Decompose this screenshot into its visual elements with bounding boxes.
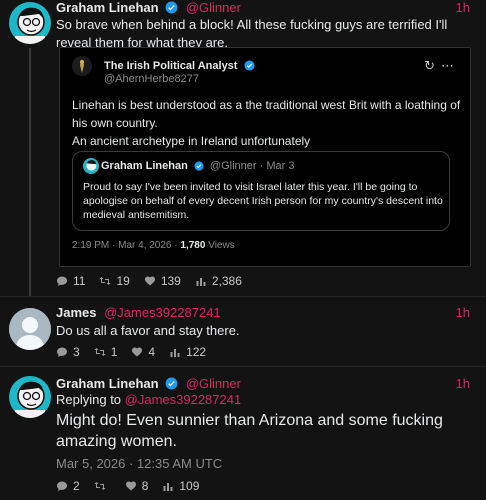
retweet-icon: [99, 277, 111, 285]
heart-icon: [144, 276, 155, 286]
retweet-count[interactable]: 19: [99, 274, 130, 288]
like-count[interactable]: 8: [125, 479, 148, 493]
tweet-header: Graham Linehan @Glinner: [56, 376, 241, 391]
replying-to: Replying to @James392287241: [56, 392, 242, 407]
tweet-stats: 3 1 4 122: [56, 345, 206, 359]
quoted-tweet[interactable]: The Irish Political Analyst @AhernHerbe8…: [59, 47, 471, 267]
divider: [0, 366, 486, 367]
tweet-time[interactable]: 1h: [456, 305, 470, 320]
author-name[interactable]: James: [56, 305, 96, 320]
divider: [0, 296, 486, 297]
nested-author-name[interactable]: Graham Linehan: [101, 160, 188, 172]
reply-icon: [57, 347, 67, 357]
avatar[interactable]: [9, 376, 51, 418]
heart-icon: [125, 481, 136, 491]
reply-icon: [57, 481, 67, 491]
tweet-time[interactable]: 1h: [456, 376, 470, 391]
tweet-text: Might do! Even sunnier than Arizona and …: [56, 412, 443, 450]
tweet-text: Do us all a favor and stay there.: [56, 323, 240, 338]
tweet-glinner-1[interactable]: Graham Linehan @Glinner 1h So brave when…: [0, 0, 486, 296]
nested-quoted-tweet[interactable]: Graham Linehan @Glinner · Mar 3 Proud to…: [72, 151, 450, 231]
nested-avatar[interactable]: [83, 158, 99, 174]
like-count[interactable]: 139: [144, 274, 181, 288]
retweet-icon: [94, 482, 106, 490]
author-handle[interactable]: @Glinner: [186, 0, 241, 15]
reply-count[interactable]: 3: [56, 345, 80, 359]
quote-text: Linehan is best understood as a the trad…: [72, 98, 461, 148]
nested-text: Proud to say I've been invited to visit …: [83, 181, 443, 221]
views-bar-icon: [170, 349, 180, 357]
like-count[interactable]: 4: [131, 345, 155, 359]
view-count[interactable]: 109: [162, 479, 199, 493]
avatar[interactable]: [9, 2, 51, 44]
thread-line: [29, 48, 31, 296]
avatar[interactable]: [9, 308, 51, 350]
author-name[interactable]: Graham Linehan: [56, 0, 159, 15]
replying-to-handle[interactable]: @James392287241: [125, 392, 242, 407]
tweet-glinner-reply[interactable]: Graham Linehan @Glinner 1h Replying to @…: [0, 372, 486, 500]
verified-badge-icon: [194, 161, 204, 171]
tweet-timestamp[interactable]: Mar 5, 2026 · 12:35 AM UTC: [56, 455, 222, 473]
verified-badge-icon: [165, 377, 178, 390]
reply-icon: [57, 276, 67, 286]
retweet-icon: [94, 348, 106, 356]
quote-avatar[interactable]: [72, 56, 92, 76]
retweet-count[interactable]: [94, 480, 111, 492]
reply-count[interactable]: 2: [56, 479, 80, 493]
quote-meta: 2:19 PM · Mar 4, 2026 · 1,780 Views: [72, 240, 235, 251]
quote-author-handle[interactable]: @AhernHerbe8277: [104, 73, 199, 85]
reply-count[interactable]: 11: [56, 274, 85, 288]
verified-badge-icon: [165, 1, 178, 14]
refresh-icon[interactable]: ↻: [424, 58, 441, 73]
tweet-header: Graham Linehan @Glinner: [56, 0, 241, 15]
nested-handle-date[interactable]: @Glinner · Mar 3: [210, 160, 295, 172]
view-count[interactable]: 2,386: [195, 274, 242, 288]
tweet-stats: 11 19 139 2,386: [56, 274, 242, 288]
retweet-count[interactable]: 1: [94, 345, 117, 359]
tweet-stats: 2 8 109: [56, 479, 199, 493]
nested-header: Graham Linehan @Glinner · Mar 3: [101, 160, 294, 172]
author-name[interactable]: Graham Linehan: [56, 376, 159, 391]
quote-author-name[interactable]: The Irish Political Analyst: [104, 60, 255, 72]
tweet-header: James @James392287241: [56, 305, 221, 320]
view-count[interactable]: 122: [169, 345, 206, 359]
views-bar-icon: [163, 483, 173, 491]
author-handle[interactable]: @Glinner: [186, 376, 241, 391]
tweet-time[interactable]: 1h: [456, 0, 470, 15]
author-handle[interactable]: @James392287241: [104, 305, 221, 320]
more-icon[interactable]: ⋯: [441, 58, 460, 73]
heart-icon: [132, 347, 143, 357]
views-bar-icon: [196, 278, 206, 286]
quote-actions: ↻⋯: [424, 58, 460, 74]
tweet-james[interactable]: James @James392287241 1h Do us all a fav…: [0, 300, 486, 362]
verified-badge-icon: [243, 60, 255, 71]
